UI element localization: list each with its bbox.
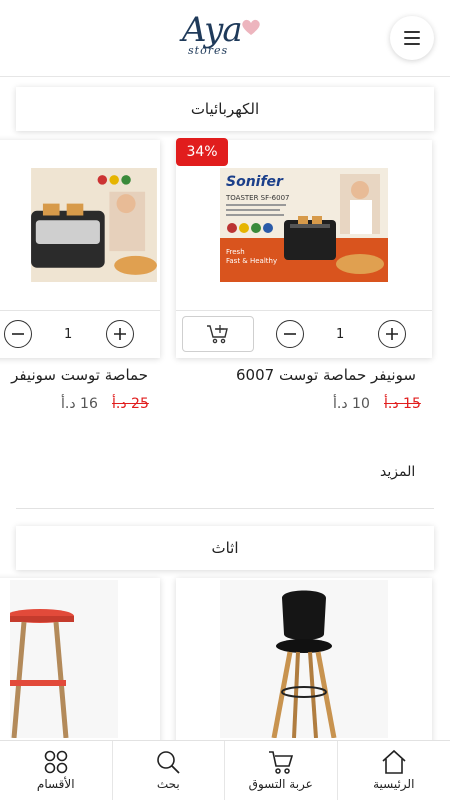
toaster-product-image [31, 168, 157, 282]
qty-value[interactable]: 1 [336, 327, 344, 342]
product-old-price: 15 د.أ [384, 396, 421, 412]
bottom-navigation: الأقسام بحث عربة التسوق الرئيسية [0, 740, 450, 800]
card-divider [0, 310, 160, 311]
logo-subtext: stores [188, 44, 229, 57]
logo-heart-icon [242, 19, 260, 35]
store-logo[interactable]: Aya stores [178, 10, 270, 68]
svg-text:Sonifer: Sonifer [226, 174, 284, 190]
minus-icon [284, 333, 296, 335]
hamburger-menu-icon [404, 31, 420, 45]
discount-badge: 34% [176, 138, 228, 166]
svg-text:TOASTER SF-6007: TOASTER SF-6007 [225, 194, 290, 202]
svg-text:Fast & Healthy: Fast & Healthy [226, 257, 277, 265]
product-old-price: 25 د.أ [112, 396, 149, 412]
svg-text:Fresh: Fresh [226, 248, 245, 256]
product-name[interactable]: حماصة توست سونيفر [11, 366, 148, 384]
nav-home[interactable]: الرئيسية [338, 741, 450, 800]
categories-grid-icon [44, 750, 68, 774]
app-page: Aya stores الكهربائيات 34% Sonifer TOAST… [0, 0, 450, 800]
nav-categories[interactable]: الأقسام [0, 741, 113, 800]
menu-button[interactable] [390, 16, 434, 60]
nav-label: الأقسام [36, 777, 75, 791]
nav-label: الرئيسية [373, 777, 415, 791]
add-to-cart-button[interactable] [182, 316, 254, 352]
plus-icon [386, 328, 398, 340]
section-title-electronics[interactable]: الكهربائيات [16, 87, 434, 131]
qty-increase-button[interactable] [106, 320, 134, 348]
nav-label: عربة التسوق [248, 777, 313, 791]
add-to-cart-icon [207, 325, 228, 344]
product-price: 10 د.أ [333, 396, 370, 412]
product-name[interactable]: سونيفر حماصة توست 6007 [236, 366, 416, 384]
product-card[interactable]: 34% Sonifer TOASTER SF-6007 Fresh Fast &… [176, 138, 432, 358]
card-divider [176, 310, 432, 311]
qty-decrease-button[interactable] [4, 320, 32, 348]
black-bar-stool-image [220, 580, 388, 738]
app-header: Aya stores [0, 0, 450, 77]
plus-icon [114, 328, 126, 340]
qty-decrease-button[interactable] [276, 320, 304, 348]
red-bar-stool-image [10, 580, 118, 738]
minus-icon [12, 333, 24, 335]
section-title-furniture[interactable]: اثاث [16, 526, 434, 570]
home-icon [382, 749, 406, 774]
qty-increase-button[interactable] [378, 320, 406, 348]
nav-search[interactable]: بحث [113, 741, 225, 800]
nav-cart[interactable]: عربة التسوق [225, 741, 338, 800]
search-icon [157, 751, 180, 774]
toaster-product-image: Sonifer TOASTER SF-6007 Fresh Fast & Hea… [220, 168, 388, 282]
product-price: 16 د.أ [61, 396, 98, 412]
section-divider [16, 508, 434, 509]
qty-value[interactable]: 1 [64, 327, 72, 342]
cart-icon [268, 751, 293, 774]
product-card[interactable]: 1 [0, 140, 160, 358]
more-link[interactable]: المزيد [380, 464, 415, 480]
nav-label: بحث [156, 777, 180, 791]
